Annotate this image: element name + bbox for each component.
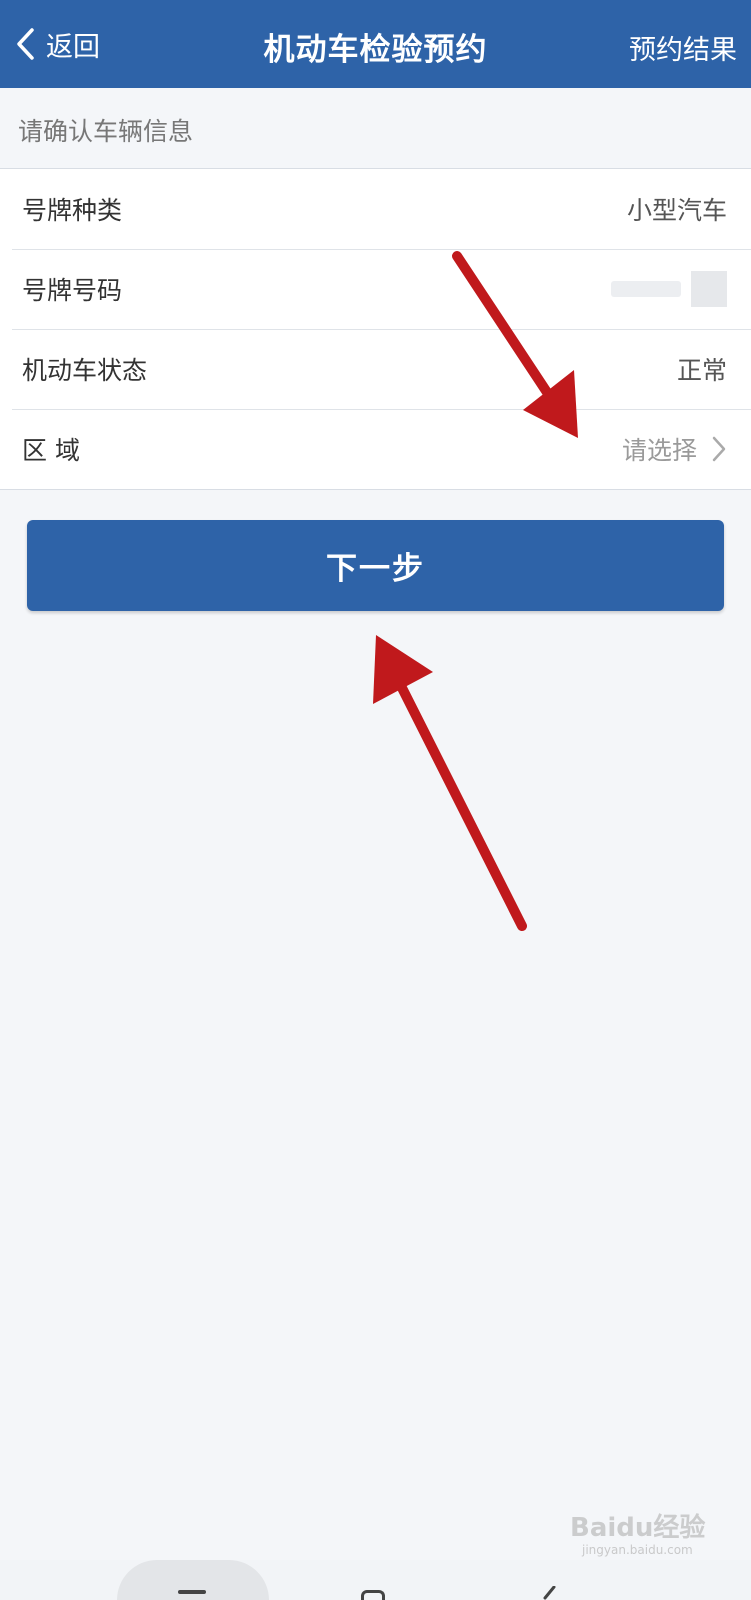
nav-back-icon[interactable] xyxy=(540,1586,558,1600)
section-hint: 请确认车辆信息 xyxy=(18,117,194,146)
nav-menu-icon[interactable] xyxy=(178,1590,206,1594)
redaction-blur xyxy=(611,281,681,297)
vehicle-info-list: 号牌种类 小型汽车 号牌号码 机动车状态 正常 区 域 请选择 xyxy=(0,168,751,490)
nav-highlight-pill xyxy=(117,1560,269,1600)
vehicle-status-value: 正常 xyxy=(676,356,727,385)
nav-home-icon[interactable] xyxy=(361,1590,385,1600)
region-select-row[interactable]: 区 域 请选择 xyxy=(0,409,751,489)
appointment-result-link[interactable]: 预约结果 xyxy=(629,28,737,67)
region-value: 请选择 xyxy=(622,431,727,467)
plate-type-row: 号牌种类 小型汽车 xyxy=(0,169,751,249)
region-placeholder: 请选择 xyxy=(621,436,697,465)
watermark-brand: Baidu经验 xyxy=(570,1513,706,1543)
top-app-bar: 返回 机动车检验预约 预约结果 xyxy=(0,0,751,88)
redaction-blur xyxy=(691,271,727,307)
plate-number-row: 号牌号码 xyxy=(0,249,751,329)
watermark-url: jingyan.baidu.com xyxy=(582,1543,693,1557)
region-label: 区 域 xyxy=(22,436,80,465)
system-nav-bar xyxy=(0,1560,751,1600)
annotation-arrow-to-next-button xyxy=(373,635,527,931)
plate-type-label: 号牌种类 xyxy=(22,196,123,225)
vehicle-status-row: 机动车状态 正常 xyxy=(0,329,751,409)
next-step-button[interactable]: 下一步 xyxy=(27,520,724,611)
plate-number-label: 号牌号码 xyxy=(22,276,123,305)
chevron-right-icon xyxy=(712,436,726,462)
plate-number-value-redacted xyxy=(611,271,727,307)
vehicle-status-label: 机动车状态 xyxy=(22,356,148,385)
plate-type-value: 小型汽车 xyxy=(626,196,727,225)
